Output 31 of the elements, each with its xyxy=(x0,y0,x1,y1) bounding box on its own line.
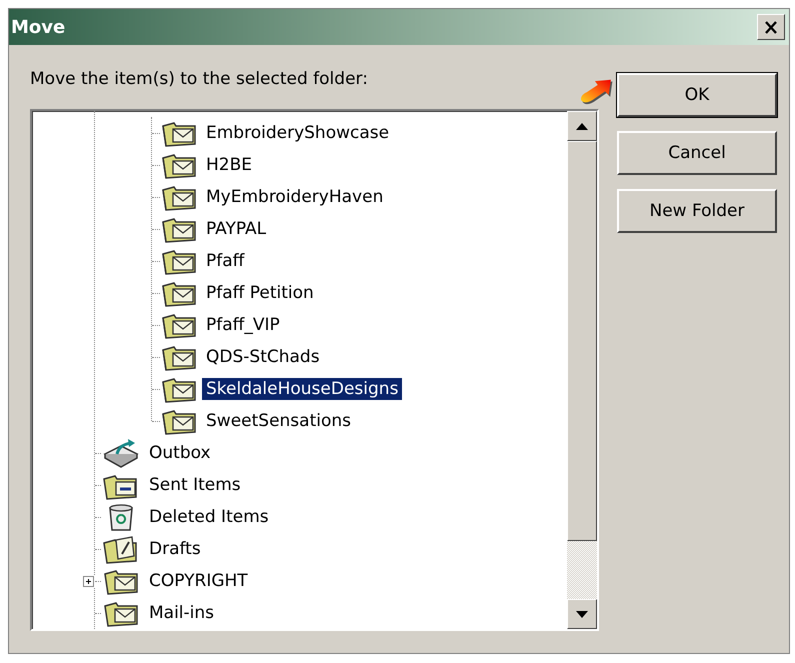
folder-item[interactable]: COPYRIGHT xyxy=(145,570,252,592)
folder-item[interactable]: MyEmbroideryHaven xyxy=(202,186,388,208)
folder-item[interactable]: Pfaff_VIP xyxy=(202,314,284,336)
scroll-thumb[interactable] xyxy=(567,141,597,541)
folder-item[interactable]: Mail-ins xyxy=(145,602,218,624)
close-icon xyxy=(764,20,778,34)
scroll-up-button[interactable] xyxy=(567,111,597,141)
vertical-scrollbar[interactable] xyxy=(567,111,597,629)
down-arrow-icon xyxy=(576,610,588,618)
up-arrow-icon xyxy=(576,122,588,130)
folder-item[interactable]: QDS-StChads xyxy=(202,346,324,368)
folder-item[interactable]: Deleted Items xyxy=(145,506,273,528)
folder-item[interactable]: Drafts xyxy=(145,538,205,560)
scroll-down-button[interactable] xyxy=(567,599,597,629)
folder-item[interactable]: SkeldaleHouseDesigns xyxy=(202,378,402,400)
folder-item[interactable]: Outbox xyxy=(145,442,215,464)
prompt-label: Move the item(s) to the selected folder: xyxy=(30,69,369,89)
window-title: Move xyxy=(11,16,66,38)
folder-item[interactable]: Sent Items xyxy=(145,474,245,496)
expand-toggle[interactable] xyxy=(82,574,95,588)
folder-item[interactable]: PAYPAL xyxy=(202,218,270,240)
folder-item[interactable]: H2BE xyxy=(202,154,256,176)
cancel-button[interactable]: Cancel xyxy=(617,131,777,175)
folder-item[interactable]: EmbroideryShowcase xyxy=(202,122,394,144)
close-button[interactable] xyxy=(757,14,785,40)
outbox-tray-icon xyxy=(101,438,141,468)
ok-button[interactable]: OK xyxy=(617,73,777,117)
new-folder-button[interactable]: New Folder xyxy=(617,189,777,233)
folder-item[interactable]: Pfaff xyxy=(202,250,248,272)
folder-item[interactable]: SweetSensations xyxy=(202,410,355,432)
folder-item[interactable]: Pfaff Petition xyxy=(202,282,318,304)
